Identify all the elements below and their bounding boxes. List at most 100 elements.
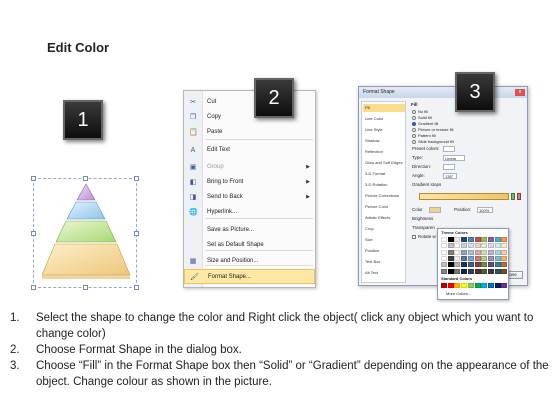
color-swatch[interactable] [454,262,461,268]
color-swatch[interactable] [447,255,454,261]
menu-item-size-and-position[interactable]: ▦ Size and Position... [184,254,315,269]
sidebar-item-line-color[interactable]: Line Color [363,115,405,123]
color-swatch[interactable] [447,243,454,249]
color-swatch[interactable] [474,255,481,261]
color-swatch[interactable] [474,249,481,255]
sidebar-item-3-d-format[interactable]: 3-D Format [363,170,405,178]
resize-handle[interactable] [83,285,88,290]
color-swatch[interactable] [494,262,501,268]
resize-handle[interactable] [134,231,139,236]
sidebar-item-crop[interactable]: Crop [363,225,405,233]
sidebar-item-text-box[interactable]: Text Box [363,258,405,266]
resize-handle[interactable] [134,285,139,290]
color-swatch[interactable] [447,268,454,274]
resize-handle[interactable] [31,176,36,181]
selected-pyramid-shape[interactable] [31,176,139,290]
color-swatch[interactable] [494,255,501,261]
color-picker-button[interactable] [429,207,441,213]
color-swatch[interactable] [494,268,501,274]
sidebar-item-fill[interactable]: Fill [363,104,405,112]
standard-color-swatch[interactable] [494,283,501,288]
menu-item-format-shape[interactable]: 🖌 Format Shape... [184,269,315,284]
color-swatch[interactable] [487,237,494,242]
color-swatch[interactable] [454,243,461,249]
remove-stop-icon[interactable] [517,193,521,200]
color-swatch[interactable] [441,262,447,268]
angle-field[interactable]: 135° [443,173,457,179]
standard-color-swatch[interactable] [454,283,461,288]
menu-item-edit-text[interactable]: A Edit Text [184,143,315,158]
sidebar-item-reflection[interactable]: Reflection [363,148,405,156]
color-swatch[interactable] [461,262,468,268]
sidebar-item-picture-color[interactable]: Picture Color [363,203,405,211]
sidebar-item-picture-corrections[interactable]: Picture Corrections [363,192,405,200]
color-swatch[interactable] [454,255,461,261]
color-swatch[interactable] [461,249,468,255]
radio-picture-or-texture-fill[interactable] [412,128,416,132]
color-swatch[interactable] [487,262,494,268]
add-stop-icon[interactable] [511,193,515,200]
menu-item-cut[interactable]: ✂ Cut [184,95,315,110]
color-swatch[interactable] [474,243,481,249]
color-swatch[interactable] [447,237,454,242]
menu-item-group[interactable]: ▣ Group ▶ [184,160,315,175]
standard-color-swatch[interactable] [487,283,494,288]
sidebar-item-position[interactable]: Position [363,247,405,255]
color-swatch[interactable] [487,268,494,274]
color-swatch[interactable] [467,249,474,255]
color-swatch[interactable] [467,237,474,242]
color-swatch[interactable] [447,262,454,268]
color-swatch[interactable] [501,243,508,249]
color-swatch[interactable] [481,243,488,249]
standard-color-swatch[interactable] [467,283,474,288]
color-swatch[interactable] [501,237,508,242]
sidebar-item-artistic-effects[interactable]: Artistic Effects [363,214,405,222]
color-swatch[interactable] [454,249,461,255]
color-swatch[interactable] [501,255,508,261]
color-swatch[interactable] [467,243,474,249]
color-swatch[interactable] [487,249,494,255]
color-swatch[interactable] [461,243,468,249]
gradient-stops-bar[interactable] [419,193,509,200]
color-swatch[interactable] [454,237,461,242]
menu-item-paste[interactable]: 📋 Paste [184,125,315,140]
color-swatch[interactable] [487,255,494,261]
radio-pattern-fill[interactable] [412,134,416,138]
standard-color-swatch[interactable] [481,283,488,288]
color-swatch[interactable] [494,243,501,249]
color-swatch[interactable] [481,255,488,261]
type-dropdown[interactable]: Linear [443,155,465,161]
color-swatch[interactable] [501,262,508,268]
standard-color-swatch[interactable] [441,283,447,288]
standard-color-swatch[interactable] [474,283,481,288]
color-swatch[interactable] [467,268,474,274]
color-swatch[interactable] [467,255,474,261]
color-swatch[interactable] [461,255,468,261]
color-swatch[interactable] [441,268,447,274]
resize-handle[interactable] [31,285,36,290]
color-swatch[interactable] [441,249,447,255]
color-swatch[interactable] [487,243,494,249]
resize-handle[interactable] [83,176,88,181]
sidebar-item-3-d-rotation[interactable]: 3-D Rotation [363,181,405,189]
resize-handle[interactable] [134,176,139,181]
resize-handle[interactable] [31,231,36,236]
direction-dropdown[interactable] [443,164,455,170]
sidebar-item-glow-and-soft-edges[interactable]: Glow and Soft Edges [363,159,405,167]
menu-item-save-as-picture[interactable]: Save as Picture... [184,223,315,238]
color-swatch[interactable] [461,237,468,242]
color-swatch[interactable] [467,262,474,268]
color-swatch[interactable] [454,268,461,274]
radio-slide-background-fill[interactable] [412,140,416,144]
radio-solid-fill[interactable] [412,116,416,120]
sidebar-item-alt-text[interactable]: Alt Text [363,269,405,277]
menu-item-copy[interactable]: ❐ Copy [184,110,315,125]
color-swatch[interactable] [501,249,508,255]
color-swatch[interactable] [481,249,488,255]
color-swatch[interactable] [441,243,447,249]
color-swatch[interactable] [481,262,488,268]
color-swatch[interactable] [447,249,454,255]
menu-item-bring-to-front[interactable]: ◧ Bring to Front ▶ [184,175,315,190]
preset-colors-dropdown[interactable] [443,146,455,152]
sidebar-item-shadow[interactable]: Shadow [363,137,405,145]
